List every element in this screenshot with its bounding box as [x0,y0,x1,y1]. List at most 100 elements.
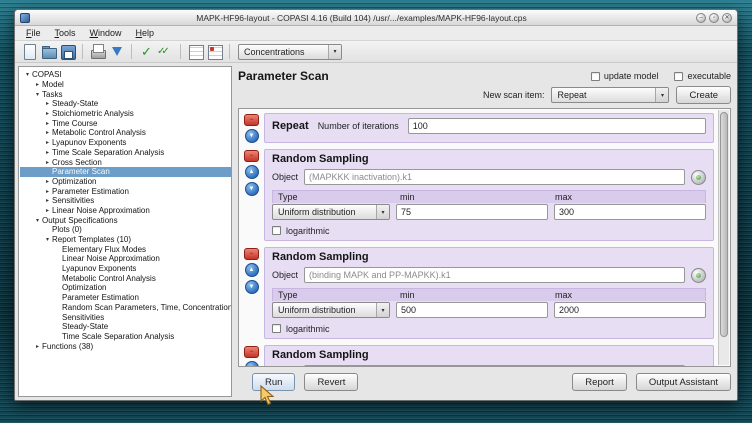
tree-item-optimization[interactable]: Optimization [20,283,231,293]
menu-file[interactable]: File [19,28,48,38]
tree-item-random-scan-parameters-time-concentrations[interactable]: Random Scan Parameters, Time, Concentrat… [20,303,231,313]
right-arrow-icon[interactable]: ▸ [43,197,52,204]
tree-item-copasi[interactable]: ▾COPASI [20,70,231,80]
min-input[interactable] [396,204,548,220]
print-icon[interactable] [89,43,106,60]
right-arrow-icon[interactable]: ▸ [43,149,52,156]
tree-item-elementary-flux-modes[interactable]: Elementary Flux Modes [20,244,231,254]
down-arrow-icon[interactable]: ▾ [33,91,42,98]
tree-item-sensitivities[interactable]: Sensitivities [20,312,231,322]
right-arrow-icon[interactable]: ▸ [43,129,52,136]
tree-item-parameter-estimation[interactable]: ▸Parameter Estimation [20,186,231,196]
tree-item-time-course[interactable]: ▸Time Course [20,118,231,128]
menu-help[interactable]: Help [129,28,162,38]
move-up-button[interactable]: ▲ [245,165,259,179]
report-button[interactable]: Report [572,373,627,391]
right-arrow-icon[interactable]: ▸ [43,207,52,214]
tree-item-time-scale-separation-analysis[interactable]: ▸Time Scale Separation Analysis [20,148,231,158]
revert-button[interactable]: Revert [304,373,358,391]
tree-item-metabolic-control-analysis[interactable]: ▸Metabolic Control Analysis [20,128,231,138]
down-arrow-icon[interactable]: ▾ [33,217,42,224]
right-arrow-icon[interactable]: ▸ [33,81,42,88]
right-arrow-icon[interactable]: ▸ [43,120,52,127]
tree-item-metabolic-control-analysis[interactable]: Metabolic Control Analysis [20,273,231,283]
new-file-icon[interactable] [21,43,38,60]
object-select-button[interactable] [691,268,706,283]
new-scan-item-combo[interactable]: Repeat ▾ [551,87,669,103]
titlebar[interactable]: MAPK-HF96-layout - COPASI 4.16 (Build 10… [15,10,737,26]
update-model-checkbox[interactable] [591,72,600,81]
maximize-button[interactable]: ▫ [709,13,719,23]
scrollbar-thumb[interactable] [720,112,728,337]
object-input[interactable] [304,267,685,283]
max-input[interactable] [554,302,706,318]
menu-tools[interactable]: Tools [48,28,83,38]
right-arrow-icon[interactable]: ▸ [33,343,42,350]
tree-item-sensitivities[interactable]: ▸Sensitivities [20,196,231,206]
object-input[interactable] [304,169,685,185]
tree-item-parameter-estimation[interactable]: Parameter Estimation [20,293,231,303]
update-model-option[interactable]: update model [591,71,659,81]
apply-check-icon[interactable] [138,43,155,60]
output-assistant-button[interactable]: Output Assistant [636,373,731,391]
tree-item-linear-noise-approximation[interactable]: Linear Noise Approximation [20,254,231,264]
logarithmic-checkbox[interactable] [272,324,281,333]
menu-window[interactable]: Window [83,28,129,38]
distribution-combo[interactable]: Uniform distribution▾ [272,204,390,220]
tree-item-functions-38[interactable]: ▸Functions (38) [20,341,231,351]
right-arrow-icon[interactable]: ▸ [43,110,52,117]
move-down-button[interactable]: ▼ [245,182,259,196]
export-arrow-icon[interactable] [108,43,125,60]
tree-item-tasks[interactable]: ▾Tasks [20,89,231,99]
tree-item-lyapunov-exponents[interactable]: Lyapunov Exponents [20,264,231,274]
distribution-combo[interactable]: Uniform distribution▾ [272,302,390,318]
remove-item-button[interactable]: − [244,114,259,126]
remove-item-button[interactable]: − [244,248,259,260]
tree-item-model[interactable]: ▸Model [20,80,231,90]
tree-item-steady-state[interactable]: Steady-State [20,322,231,332]
tree-item-report-templates-10[interactable]: ▾Report Templates (10) [20,235,231,245]
update-all-check-icon[interactable] [157,43,174,60]
units-combo[interactable]: Concentrations ▾ [238,44,342,60]
tree-item-steady-state[interactable]: ▸Steady-State [20,99,231,109]
save-icon[interactable] [59,43,76,60]
move-down-button[interactable]: ▼ [245,280,259,294]
tree-item-lyapunov-exponents[interactable]: ▸Lyapunov Exponents [20,138,231,148]
tree-item-linear-noise-approximation[interactable]: ▸Linear Noise Approximation [20,206,231,216]
tree-item-plots-0[interactable]: Plots (0) [20,225,231,235]
slider-dialog-icon[interactable] [187,43,204,60]
tree-item-output-specifications[interactable]: ▾Output Specifications [20,215,231,225]
close-button[interactable]: ✕ [722,13,732,23]
remove-item-button[interactable]: − [244,150,259,162]
move-up-button[interactable]: ▲ [245,263,259,277]
tree-item-cross-section[interactable]: ▸Cross Section [20,157,231,167]
right-arrow-icon[interactable]: ▸ [43,100,52,107]
right-arrow-icon[interactable]: ▸ [43,139,52,146]
scrollbar[interactable] [718,110,729,365]
dependencies-icon[interactable] [206,43,223,60]
object-select-button[interactable] [691,170,706,185]
minimize-button[interactable]: – [696,13,706,23]
iterations-input[interactable] [408,118,706,134]
tree-item-time-scale-separation-analysis[interactable]: Time Scale Separation Analysis [20,332,231,342]
right-arrow-icon[interactable]: ▸ [43,188,52,195]
object-select-button[interactable] [691,366,706,367]
executable-option[interactable]: executable [674,71,731,81]
create-button[interactable]: Create [676,86,731,104]
down-arrow-icon[interactable]: ▾ [23,71,32,78]
right-arrow-icon[interactable]: ▸ [43,178,52,185]
right-arrow-icon[interactable]: ▸ [43,159,52,166]
logarithmic-checkbox[interactable] [272,226,281,235]
min-input[interactable] [396,302,548,318]
remove-item-button[interactable]: − [244,346,259,358]
object-input[interactable] [304,365,685,366]
max-input[interactable] [554,204,706,220]
tree-item-optimization[interactable]: ▸Optimization [20,177,231,187]
tree-item-parameter-scan[interactable]: Parameter Scan [20,167,231,177]
executable-checkbox[interactable] [674,72,683,81]
move-down-button[interactable]: ▼ [245,129,259,143]
tree-item-stoichiometric-analysis[interactable]: ▸Stoichiometric Analysis [20,109,231,119]
down-arrow-icon[interactable]: ▾ [43,236,52,243]
open-file-icon[interactable] [40,43,57,60]
move-up-button[interactable]: ▲ [245,361,259,366]
